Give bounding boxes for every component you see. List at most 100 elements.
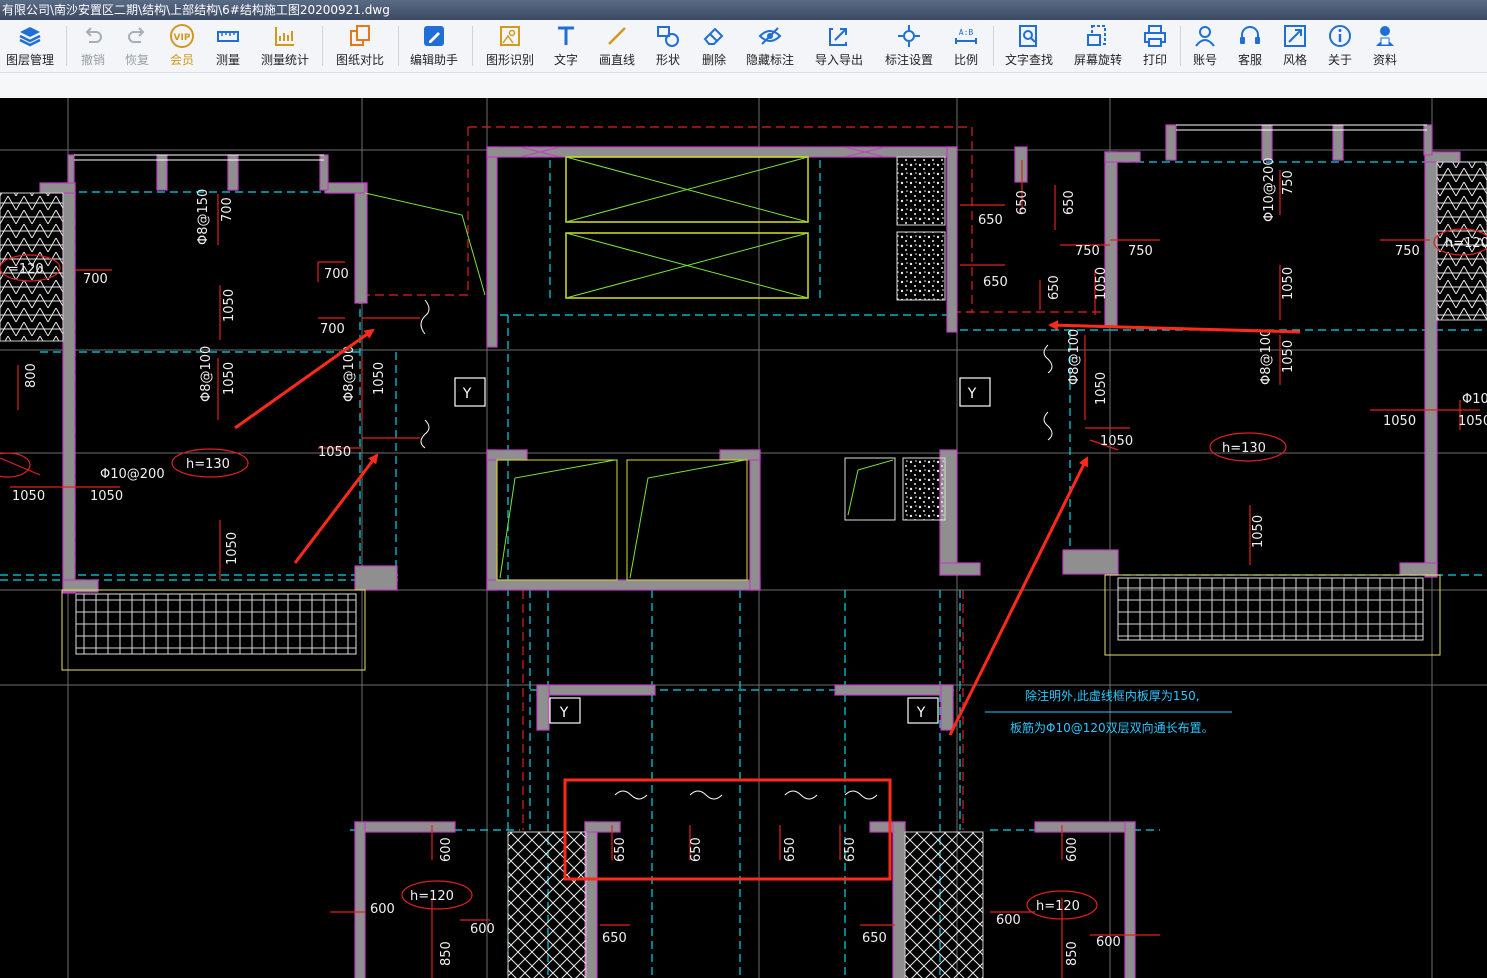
scale-icon: A:B bbox=[955, 28, 977, 44]
account-button[interactable]: 账号 bbox=[1186, 23, 1224, 69]
window-title: 有限公司\南沙安置区二期\结构\上部结构\6#结构施工图20200921.dwg bbox=[2, 3, 390, 17]
dim-1050-m: 1050 bbox=[1281, 267, 1296, 300]
thickness-h120-bottomright: h=120 bbox=[1036, 899, 1080, 914]
elevator-y-3: Y bbox=[559, 705, 569, 721]
about-button[interactable]: 关于 bbox=[1321, 23, 1359, 69]
redo-button[interactable]: 恢复 bbox=[118, 23, 156, 69]
dim-750-b: 750 bbox=[1128, 244, 1153, 259]
dim-1050-n: 1050 bbox=[1281, 340, 1296, 373]
thickness-h120-bottomleft: h=120 bbox=[410, 889, 454, 904]
shaft-dots-1 bbox=[896, 156, 946, 226]
title-bar: 有限公司\南沙安置区二期\结构\上部结构\6#结构施工图20200921.dwg bbox=[0, 0, 1487, 20]
dim-600-c: 600 bbox=[996, 913, 1021, 928]
style-icon bbox=[1284, 25, 1306, 47]
redo-icon bbox=[128, 27, 145, 43]
headset-icon bbox=[1240, 26, 1260, 44]
rebar-phi8-100-a: Φ8@100 bbox=[199, 346, 214, 402]
thickness-h120-topright: h=120 bbox=[1445, 236, 1487, 251]
dim-1050-l: 1050 bbox=[1094, 372, 1109, 405]
edit-icon bbox=[424, 26, 444, 46]
drawing-canvas[interactable]: Y Y Y Y 700 700 700 1050 1050 1050 1050 … bbox=[0, 98, 1487, 978]
text-button[interactable]: 文字 bbox=[546, 23, 586, 69]
service-button[interactable]: 客服 bbox=[1231, 23, 1269, 69]
style-button[interactable]: 风格 bbox=[1276, 23, 1314, 69]
compare-icon bbox=[350, 25, 370, 46]
elevator-markers bbox=[454, 377, 991, 724]
thickness-h130-right: h=130 bbox=[1222, 441, 1266, 456]
eye-off-icon bbox=[758, 27, 782, 45]
printer-icon bbox=[1144, 25, 1166, 47]
shape-button[interactable]: 形状 bbox=[648, 23, 688, 69]
dim-650-i: 650 bbox=[689, 837, 704, 862]
elevator-y-4: Y bbox=[916, 705, 926, 721]
hide-marks-button[interactable]: 隐藏标注 bbox=[742, 23, 798, 69]
dim-800: 800 bbox=[24, 363, 39, 388]
rebar-phi10-200-a: Φ10@200 bbox=[100, 467, 165, 482]
measure-button[interactable]: 测量 bbox=[208, 23, 248, 69]
print-button[interactable]: 打印 bbox=[1136, 23, 1174, 69]
dim-600-a: 600 bbox=[370, 902, 395, 917]
undo-button[interactable]: 撤销 bbox=[74, 23, 112, 69]
rebar-phi8-150: Φ8@150 bbox=[196, 189, 211, 245]
screen-rotate-button[interactable]: 屏幕旋转 bbox=[1068, 23, 1128, 69]
chart-icon bbox=[275, 27, 294, 46]
layers-icon bbox=[19, 27, 41, 47]
draw-line-button[interactable]: 画直线 bbox=[594, 23, 640, 69]
dim-650-g: 650 bbox=[1047, 275, 1062, 300]
dim-850-a: 850 bbox=[439, 941, 454, 966]
note-line-2: 板筋为Φ10@120双层双向通长布置。 bbox=[1010, 720, 1214, 735]
arrow-2 bbox=[293, 453, 379, 564]
balcony-left bbox=[61, 589, 366, 671]
search-icon bbox=[1019, 25, 1037, 47]
dim-1050-k: 1050 bbox=[1094, 267, 1109, 300]
dim-650-e: 650 bbox=[1015, 190, 1030, 215]
mark-settings-button[interactable]: 标注设置 bbox=[878, 23, 940, 69]
dim-600-e: 600 bbox=[439, 837, 454, 862]
docs-button[interactable]: 资料 bbox=[1366, 23, 1404, 69]
dim-650-d: 650 bbox=[862, 931, 887, 946]
walls bbox=[39, 146, 1461, 978]
info-icon bbox=[1329, 25, 1351, 47]
text-find-button[interactable]: 文字查找 bbox=[1000, 23, 1058, 69]
dim-1050-o: 1050 bbox=[1251, 515, 1266, 548]
dim-1050-e: 1050 bbox=[1383, 414, 1416, 429]
rebar-phi10-200-b: Φ10@200 bbox=[1262, 157, 1277, 222]
elevator-y-2: Y bbox=[967, 386, 977, 402]
ruler-icon bbox=[217, 31, 239, 42]
arrow-3 bbox=[1048, 320, 1301, 334]
dim-600-f: 600 bbox=[1065, 837, 1080, 862]
image-icon bbox=[500, 26, 520, 46]
rebar-phi8-100-d: Φ8@100 bbox=[1259, 329, 1274, 385]
delete-button[interactable]: 删除 bbox=[694, 23, 734, 69]
hatch-area-bottom-right bbox=[904, 831, 984, 978]
dim-700-c: 700 bbox=[320, 322, 345, 337]
rotate-icon bbox=[1087, 25, 1106, 46]
dim-650-h: 650 bbox=[613, 837, 628, 862]
undo-icon bbox=[85, 27, 102, 43]
shape-recognition-button[interactable]: 图形识别 bbox=[480, 23, 540, 69]
compare-button[interactable]: 图纸对比 bbox=[330, 23, 390, 69]
vip-icon: VIP bbox=[170, 24, 194, 48]
hatch-area-bottom-left bbox=[507, 831, 587, 978]
settings-icon bbox=[898, 25, 920, 47]
vip-button[interactable]: VIP 会员 bbox=[162, 23, 202, 69]
dim-1050-d: 1050 bbox=[1100, 434, 1133, 449]
text-icon bbox=[558, 26, 574, 45]
shaft-dots-2 bbox=[896, 231, 946, 301]
dim-650-f: 650 bbox=[1062, 190, 1077, 215]
dim-750-d: 750 bbox=[1281, 170, 1296, 195]
measure-stats-button[interactable]: 测量统计 bbox=[256, 23, 314, 69]
import-icon bbox=[829, 28, 847, 46]
import-export-button[interactable]: 导入导出 bbox=[810, 23, 868, 69]
svg-text:A:B: A:B bbox=[959, 28, 974, 37]
scale-button[interactable]: A:B 比例 bbox=[946, 23, 986, 69]
thickness-h130-left: h=130 bbox=[186, 457, 230, 472]
dim-650-a: 650 bbox=[978, 213, 1003, 228]
layers-button[interactable]: 图层管理 bbox=[2, 23, 58, 69]
dim-1050-b: 1050 bbox=[90, 489, 123, 504]
elevator-y-1: Y bbox=[462, 386, 472, 402]
dim-1050-j: 1050 bbox=[225, 532, 240, 565]
dim-650-b: 650 bbox=[983, 275, 1008, 290]
shaft-boxes bbox=[364, 146, 896, 581]
edit-helper-button[interactable]: 编辑助手 bbox=[404, 23, 464, 69]
